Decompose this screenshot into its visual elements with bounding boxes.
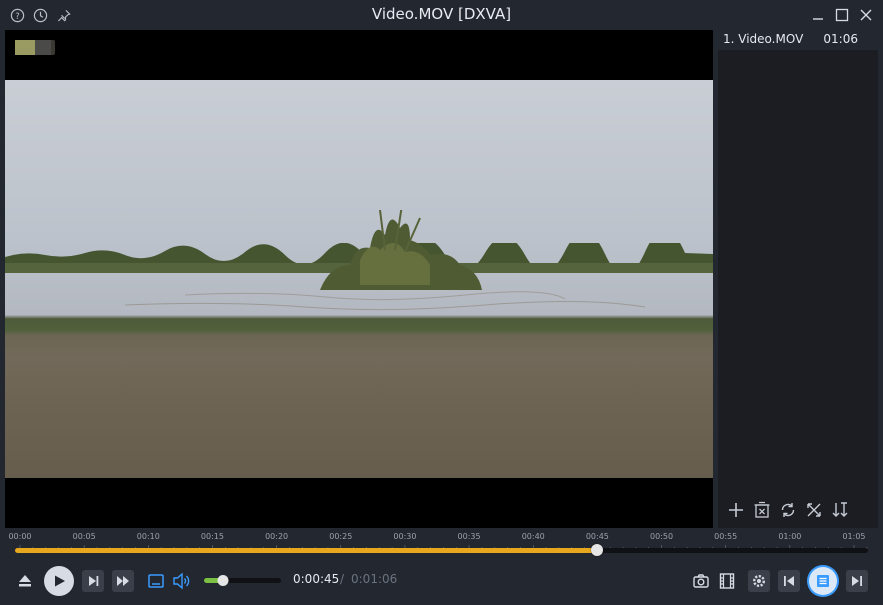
timeline-tick-label: 00:45 (585, 532, 609, 541)
fast-forward-icon[interactable] (112, 570, 134, 592)
playlist-item[interactable]: 1. Video.MOV 01:06 (718, 30, 878, 50)
total-time: 0:01:06 (351, 572, 398, 586)
seek-bar-handle[interactable] (590, 544, 603, 556)
shuffle-icon[interactable] (804, 500, 824, 520)
playlist-icon[interactable] (809, 567, 837, 595)
playlist-toolbar (718, 498, 878, 522)
video-display[interactable] (5, 30, 713, 528)
history-icon[interactable] (32, 7, 48, 23)
maximize-icon[interactable] (833, 6, 851, 24)
playlist-item-label: 1. Video.MOV (723, 32, 804, 46)
svg-text:?: ? (15, 10, 19, 20)
osd-indicator (15, 40, 55, 55)
timeline-tick-label: 01:00 (778, 532, 802, 541)
timeline-tick-label: 00:15 (200, 532, 224, 541)
next-icon[interactable] (846, 570, 868, 592)
timeline-tick-label: 00:55 (714, 532, 738, 541)
timeline-tick-label: 00:30 (393, 532, 417, 541)
volume-slider-handle[interactable] (217, 575, 229, 586)
pin-icon[interactable] (56, 7, 72, 23)
timeline-tick-label: 00:20 (265, 532, 289, 541)
eject-icon[interactable] (14, 570, 36, 592)
minimize-icon[interactable] (809, 6, 827, 24)
timeline-tick-label: 00:25 (329, 532, 353, 541)
control-bar: 0:00:45 / 0:01:06 (0, 562, 883, 600)
title-bar: ? Video.MOV [DXVA] (0, 0, 883, 30)
add-icon[interactable] (726, 500, 746, 520)
playlist-item-duration: 01:06 (823, 32, 858, 46)
help-icon[interactable]: ? (9, 7, 25, 23)
timeline-tick-label: 00:00 (8, 532, 32, 541)
window-title: Video.MOV [DXVA] (371, 5, 512, 23)
subtitle-icon[interactable] (145, 570, 167, 592)
video-frame (5, 80, 713, 478)
settings-icon[interactable] (748, 570, 770, 592)
previous-icon[interactable] (778, 570, 800, 592)
playlist-panel: 1. Video.MOV 01:06 (718, 30, 878, 528)
timeline-tick-label: 00:35 (457, 532, 481, 541)
timeline-tick-label: 00:50 (650, 532, 674, 541)
screenshot-icon[interactable] (690, 570, 712, 592)
timeline-tick-label: 00:05 (72, 532, 96, 541)
timeline-tick-label: 00:40 (521, 532, 545, 541)
timeline-tick-label: 01:05 (842, 532, 866, 541)
timeline-tick-label: 00:10 (136, 532, 160, 541)
seek-bar-progress (15, 548, 597, 553)
time-separator: / (340, 572, 345, 586)
timeline: 00:00 00:05 00:10 00:15 00:20 00:25 00:30 00:35… (0, 528, 883, 558)
next-frame-icon[interactable] (82, 570, 104, 592)
water-ripples (124, 291, 646, 311)
play-icon[interactable] (44, 566, 74, 596)
film-icon[interactable] (716, 570, 738, 592)
delete-icon[interactable] (752, 500, 772, 520)
volume-icon[interactable] (171, 570, 193, 592)
close-icon[interactable] (857, 6, 875, 24)
refresh-icon[interactable] (778, 500, 798, 520)
current-time: 0:00:45 (293, 572, 340, 586)
sort-icon[interactable] (830, 500, 850, 520)
